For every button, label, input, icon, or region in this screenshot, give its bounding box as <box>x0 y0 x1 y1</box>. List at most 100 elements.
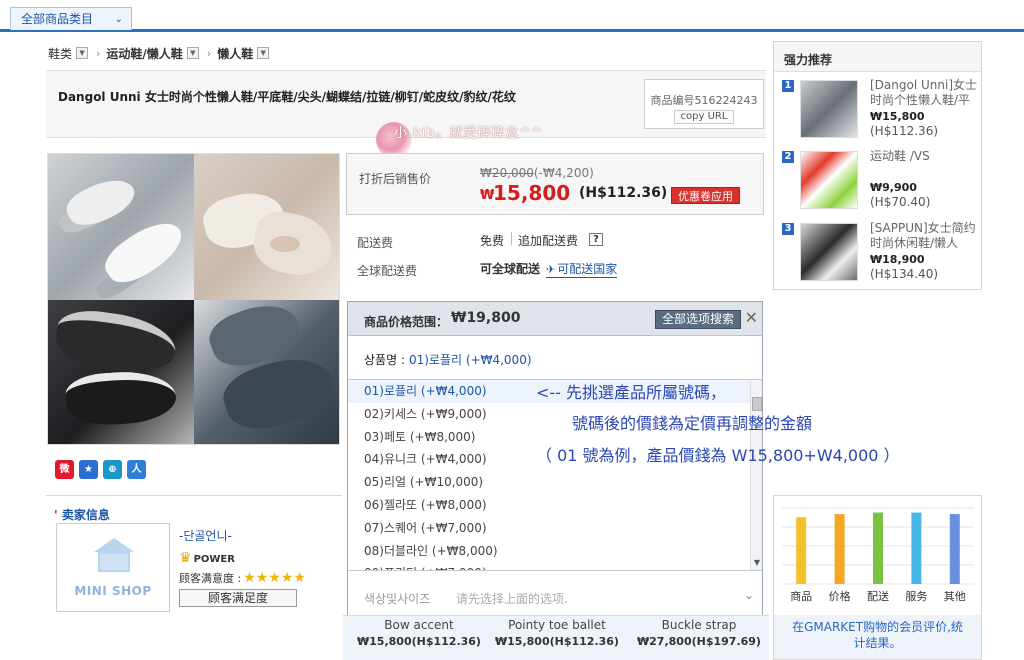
option-panel-header: 商品价格范围： ₩19,800 全部选项搜索 ✕ <box>348 302 762 336</box>
power-badge: ♛ POWER <box>179 550 235 566</box>
recommend-item-price: ₩15,800 <box>870 110 925 123</box>
option-list[interactable]: 01)로플리 (+₩4,000) 02)키세스 (+₩9,000) 03)페토 (+… <box>348 379 762 571</box>
recommend-item-hk: (H$112.36) <box>870 124 939 138</box>
recommend-item[interactable]: 3 [SAPPUN]女士简约时尚休闲鞋/懒人 ₩18,900 (H$134.40… <box>782 221 978 285</box>
recommend-thumbnail[interactable] <box>800 80 858 138</box>
recommend-item-price: ₩18,900 <box>870 253 925 266</box>
option-item[interactable]: 08)더블라인 (+₩8,000) <box>348 540 762 563</box>
rank-badge: 1 <box>782 80 794 92</box>
star-rating: ★★★★★ <box>243 570 306 586</box>
sale-price: 15,800 <box>493 181 571 205</box>
original-price-value: ₩20,000 <box>480 166 534 180</box>
option-item[interactable]: 06)젤라또 (+₩8,000) <box>348 494 762 517</box>
selected-option-label: 상품명 : <box>364 353 405 367</box>
recommend-item[interactable]: 2 运动鞋 /VS ₩9,900 (H$70.40) <box>782 149 978 213</box>
recommend-item-title[interactable]: [SAPPUN]女士简约时尚休闲鞋/懒人 <box>870 221 978 251</box>
close-icon[interactable]: ✕ <box>745 308 758 327</box>
rating-caption: 在GMARKET购物的会员评价,统计结果。 <box>774 615 981 659</box>
all-categories-label: 全部商品类目 <box>21 12 94 26</box>
star-icon[interactable]: ★ <box>79 460 98 479</box>
plus-icon[interactable]: ⊕ <box>103 460 122 479</box>
rating-chart-svg: 商品 价格 配送 服务 其他 <box>782 507 974 603</box>
recommend-title: 强力推荐 <box>774 42 981 72</box>
chevron-down-icon[interactable]: ▼ <box>257 47 270 59</box>
price-range-value: ₩19,800 <box>451 310 521 326</box>
rating-bar <box>873 512 883 584</box>
selected-option-value: 01)로플리 (+₩4,000) <box>408 353 532 367</box>
breadcrumb-item-slip-ons[interactable]: 懒人鞋 <box>217 45 253 62</box>
related-item-name: Pointy toe ballet <box>508 618 606 632</box>
annotation-line-1: <-- 先挑選產品所屬號碼， <box>536 383 727 402</box>
extra-shipping-label: 追加配送费 <box>518 234 579 248</box>
shipping-countries-link[interactable]: ✈ 可配送国家 <box>546 260 618 278</box>
seller-name[interactable]: -단골언니- <box>179 527 232 544</box>
product-image[interactable] <box>47 153 340 445</box>
related-item[interactable]: Bow accent ₩15,800(H$112.36) <box>349 618 489 648</box>
recommend-item-hk: (H$134.40) <box>870 267 939 281</box>
related-item[interactable]: Buckle strap ₩27,800(H$197.69) <box>629 618 769 648</box>
related-item-name: Buckle strap <box>661 618 737 632</box>
chevron-down-icon[interactable]: ▼ <box>186 47 199 59</box>
chevron-down-icon: ⌄ <box>114 14 123 25</box>
related-item[interactable]: Pointy toe ballet ₩15,800(H$112.36) <box>487 618 627 648</box>
rating-category-label: 配送 <box>867 589 889 603</box>
global-shipping-label: 全球配送费 <box>357 264 418 278</box>
house-icon <box>94 538 134 574</box>
rating-bar <box>911 512 922 584</box>
customer-satisfaction: 顾客满意度 : ★★★★★ <box>179 570 306 586</box>
product-code-box: 商品编号516224243 copy URL <box>644 79 764 129</box>
related-item-price: ₩27,800(H$197.69) <box>637 635 761 648</box>
mini-shop-link[interactable]: MINI SHOP <box>56 523 170 612</box>
chevron-right-icon: › <box>96 46 101 60</box>
breadcrumb-item-shoes[interactable]: 鞋类 <box>48 45 72 62</box>
rating-bar <box>949 514 960 584</box>
scrollbar[interactable]: ▼ <box>750 380 762 570</box>
rating-category-label: 价格 <box>829 589 851 603</box>
product-code: 商品编号516224243 <box>650 94 758 107</box>
original-price: ₩20,000(-₩4,200) <box>480 166 594 180</box>
all-categories-tab[interactable]: 全部商品类目 ⌄ <box>10 7 132 30</box>
divider <box>511 232 512 245</box>
option-item[interactable]: 09)프리티 (+₩7,000) <box>348 562 762 570</box>
recommend-item[interactable]: 1 [Dangol Unni]女士时尚个性懒人鞋/平 ₩15,800 (H$11… <box>782 78 978 142</box>
recommend-item-title[interactable]: [Dangol Unni]女士时尚个性懒人鞋/平 <box>870 78 978 108</box>
product-image-silver-toe <box>48 154 194 300</box>
related-item-name: Bow accent <box>384 618 454 632</box>
renren-icon[interactable]: 人 <box>127 460 146 479</box>
recommend-thumbnail[interactable] <box>800 223 858 281</box>
breadcrumb-item-sneakers[interactable]: 运动鞋/懒人鞋 <box>106 45 182 62</box>
rating-caption-text: 在GMARKET购物的会员评价,统计结果。 <box>792 620 963 650</box>
scroll-down-icon[interactable]: ▼ <box>751 558 762 567</box>
option-item[interactable]: 05)리얼 (+₩10,000) <box>348 471 762 494</box>
seller-info: ' 卖家信息 MINI SHOP -단골언니- ♛ POWER 顾客满意度 : ★★… <box>46 495 342 660</box>
watermark-text: 小 kib。就愛碎碎念^^ <box>394 126 544 141</box>
product-title: Dangol Unni 女士时尚个性懒人鞋/平底鞋/尖头/蝴蝶结/拉链/柳钉/蛇… <box>58 90 516 104</box>
size-color-select[interactable]: 색상및사이즈 请先选择上面的选项. ⌄ <box>348 584 762 612</box>
rating-bar <box>834 514 845 584</box>
seller-info-heading: ' 卖家信息 <box>54 508 110 522</box>
scroll-thumb[interactable] <box>752 397 762 411</box>
help-icon[interactable]: ? <box>589 233 603 246</box>
copy-url-button[interactable]: copy URL <box>673 110 735 124</box>
chevron-down-icon[interactable]: ▼ <box>76 47 89 59</box>
sale-price-label: 打折后销售价 <box>359 172 432 186</box>
recommend-item-hk: (H$70.40) <box>870 195 931 209</box>
rating-chart: 商品 价格 配送 服务 其他 在GMARKET购物的会员评价,统计结果。 <box>773 495 982 660</box>
recommend-item-title[interactable]: 运动鞋 /VS <box>870 149 978 164</box>
sale-price-hk: (H$112.36) <box>579 185 668 201</box>
product-image-black-leather <box>48 300 194 444</box>
recommend-item-price: ₩9,900 <box>870 181 917 194</box>
product-image-bow <box>194 154 339 300</box>
weibo-icon[interactable]: 微 <box>55 460 74 479</box>
shipping-fee-label: 配送费 <box>357 236 394 250</box>
annotation-line-3: （ 01 號為例，產品價錢為 W15,800+W4,000 ） <box>536 446 900 465</box>
rating-category-label: 商品 <box>790 589 812 603</box>
rank-badge: 3 <box>782 223 794 235</box>
customer-satisfaction-button[interactable]: 顾客满足度 <box>179 589 297 607</box>
size-color-label: 색상및사이즈 <box>364 592 431 606</box>
rank-badge: 2 <box>782 151 794 163</box>
search-all-options-button[interactable]: 全部选项搜索 <box>655 310 742 329</box>
option-item[interactable]: 07)스퀘어 (+₩7,000) <box>348 517 762 540</box>
recommend-thumbnail[interactable] <box>800 151 858 209</box>
apply-coupon-button[interactable]: 优惠卷应用 <box>671 187 740 204</box>
